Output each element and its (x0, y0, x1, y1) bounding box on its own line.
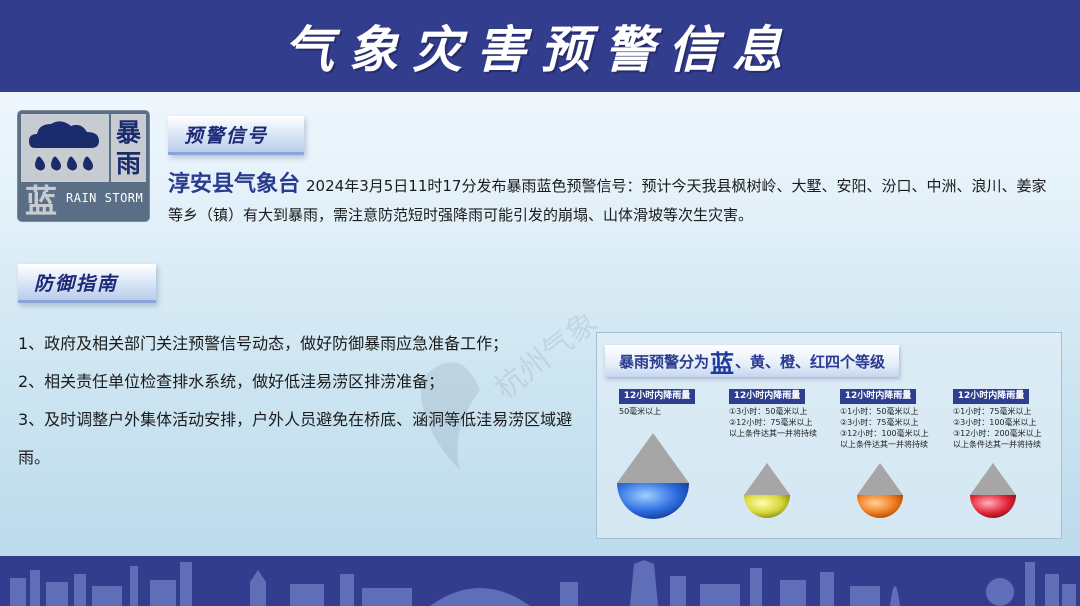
raindrop-blue-icon (617, 433, 689, 519)
section-tag-label: 防御指南 (34, 272, 119, 295)
raindrop-red-icon (970, 463, 1016, 518)
signal-level-char: 蓝 (24, 182, 57, 220)
section-tag-label: 预警信号 (184, 124, 269, 147)
section-tag-warning-signal: 预警信号 (168, 116, 304, 155)
page-title: 气象灾害预警信息 (284, 21, 796, 79)
guide-item: 1、政府及相关部门关注预警信号动态，做好防御暴雨应急准备工作； (18, 334, 509, 353)
signal-char-1: 暴 (115, 118, 141, 147)
signal-char-2: 雨 (115, 149, 141, 178)
guide-item: 2、相关责任单位检查排水系统，做好低洼易涝区排涝准备； (18, 372, 445, 391)
raindrop-icons (617, 433, 1016, 519)
section-tag-defense-guide: 防御指南 (18, 264, 156, 303)
rainstorm-blue-signal-icon: 暴 雨 蓝 RAIN STORM (18, 111, 149, 221)
page: 气象灾害预警信息 暴 雨 蓝 RAIN STORM 预警信号 淳安县气象台 202… (0, 0, 1080, 606)
issuing-organization: 淳安县气象台 (168, 172, 301, 197)
signal-english-label: RAIN STORM (66, 191, 144, 205)
raindrop-yellow-icon (744, 463, 790, 518)
header-banner: 气象灾害预警信息 (0, 0, 1080, 92)
defense-guide-list: 1、政府及相关部门关注预警信号动态，做好防御暴雨应急准备工作； 2、相关责任单位… (18, 325, 578, 477)
warning-notice: 淳安县气象台 2024年3月5日11时17分发布暴雨蓝色预警信号：预计今天我县枫树… (168, 170, 1048, 230)
city-skyline-icon (10, 560, 1076, 606)
cloud-rain-icon (21, 114, 109, 182)
raindrop-orange-icon (857, 463, 903, 518)
warning-levels-panel: 暴雨预警分为蓝、黄、橙、红四个等级 12小时内降雨量 50毫米以上 12小时内降… (596, 332, 1062, 539)
signal-type-text: 暴 雨 (111, 114, 146, 182)
guide-item: 3、及时调整户外集体活动安排，户外人员避免在桥底、涵洞等低洼易涝区域避雨。 (18, 410, 573, 467)
footer-skyline-banner (0, 556, 1080, 606)
